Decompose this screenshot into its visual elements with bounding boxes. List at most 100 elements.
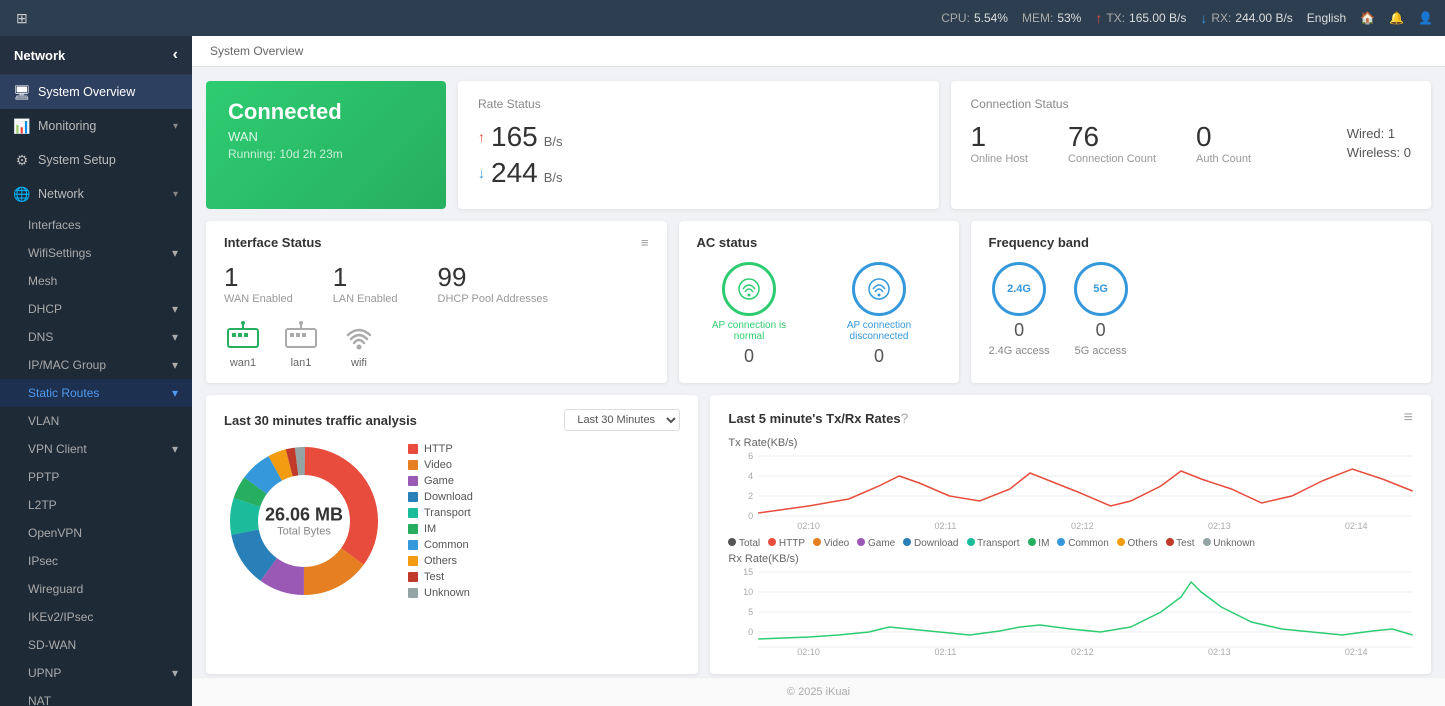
legend-others: Others (408, 555, 473, 567)
sidebar-item-system-setup[interactable]: ⚙ System Setup (0, 143, 192, 177)
home-icon[interactable]: 🏠 (1360, 11, 1375, 25)
svg-text:10: 10 (744, 587, 754, 597)
tx-value: 165.00 B/s (1129, 11, 1186, 25)
sub-item-upnp[interactable]: UPNP ▾ (0, 659, 192, 687)
svg-text:02:13: 02:13 (1208, 647, 1231, 657)
sub-item-pptp[interactable]: PPTP (0, 463, 192, 491)
sidebar-title: Network (14, 48, 65, 63)
legend-http: HTTP (408, 443, 473, 455)
legend-test-txrx: Test (1166, 538, 1195, 549)
svg-text:02:14: 02:14 (1345, 647, 1368, 657)
dhcp-pool-value: 99 (438, 262, 548, 293)
legend-game-txrx: Game (857, 538, 895, 549)
legend-others-txrx: Others (1117, 538, 1158, 549)
footer-text: © 2025 iKuai (787, 686, 850, 698)
grid-icon[interactable]: ⊞ (12, 6, 32, 31)
network-chevron-icon: ▾ (173, 189, 178, 200)
online-host-value: 1 (971, 121, 1028, 153)
tx-arrow-icon: ↑ (1095, 10, 1102, 26)
legend-dot-http (408, 444, 418, 454)
main-layout: Network ‹ 🖥System Overview 📊Monitoring ▾… (0, 36, 1445, 706)
svg-text:4: 4 (749, 471, 754, 481)
rate-status-card: Rate Status ↑ 165 B/s ↓ 244 B/s (458, 81, 939, 209)
wireless-value: Wireless: 0 (1347, 145, 1411, 160)
vlan-label: VLAN (28, 414, 59, 428)
tx-stat: ↑ TX: 165.00 B/s (1095, 10, 1186, 26)
rx-label: RX: (1211, 11, 1231, 25)
sidebar-item-network[interactable]: 🌐Network ▾ (0, 177, 192, 211)
freq-5g-band-label: 5G (1093, 283, 1108, 295)
wifisettings-label: WifiSettings (28, 246, 91, 260)
list-icon[interactable]: ≡ (641, 235, 649, 250)
legend-label-common: Common (424, 539, 469, 551)
freq-5g-value: 0 (1096, 320, 1106, 341)
rx-rate-label: Rx Rate(KB/s) (728, 553, 1413, 565)
wifi-label: wifi (351, 357, 367, 369)
connection-count-stat: 76 Connection Count (1068, 121, 1156, 165)
ac-normal-circle (722, 262, 776, 316)
txrx-menu-icon[interactable]: ≡ (1404, 409, 1413, 427)
txrx-help-icon[interactable]: ? (901, 410, 909, 426)
traffic-time-select[interactable]: Last 30 Minutes (564, 409, 680, 431)
frequency-band-card: Frequency band 2.4G 0 2.4G access (971, 221, 1432, 383)
freq-24g-band-label: 2.4G (1007, 283, 1031, 295)
download-rate-value: 244 (491, 157, 538, 189)
sub-item-sd-wan[interactable]: SD-WAN (0, 631, 192, 659)
sub-item-wireguard[interactable]: Wireguard (0, 575, 192, 603)
legend-label-others: Others (424, 555, 457, 567)
sub-item-dns[interactable]: DNS▾ (0, 323, 192, 351)
rx-chart-container: Rx Rate(KB/s) 15 10 5 0 (728, 553, 1413, 660)
legend-label-download: Download (424, 491, 473, 503)
svg-text:0: 0 (749, 627, 754, 637)
dhcp-pool-stat: 99 DHCP Pool Addresses (438, 262, 548, 305)
frequency-band-title: Frequency band (989, 235, 1414, 250)
iface-lan1: lan1 (282, 321, 320, 369)
donut-center-label: 26.06 MB Total Bytes (265, 505, 343, 538)
connection-status-card: Connection Status 1 Online Host 76 Conne… (951, 81, 1432, 209)
svg-text:6: 6 (749, 451, 754, 461)
user-icon[interactable]: 👤 (1418, 11, 1433, 25)
sub-item-ipsec[interactable]: IPsec (0, 547, 192, 575)
legend-video-txrx: Video (813, 538, 849, 549)
legend-label-unknown: Unknown (424, 587, 470, 599)
ac-normal-label: AP connection is normal (697, 320, 802, 342)
sub-item-l2tp[interactable]: L2TP (0, 491, 192, 519)
wifi-chevron-icon: ▾ (172, 246, 178, 260)
sidebar-item-monitoring[interactable]: 📊Monitoring ▾ (0, 109, 192, 143)
language-selector[interactable]: English (1307, 11, 1346, 25)
tx-chart-container: Tx Rate(KB/s) (728, 437, 1413, 534)
upnp-chevron-icon: ▾ (172, 666, 178, 680)
sub-item-ipmac-group[interactable]: IP/MAC Group▾ (0, 351, 192, 379)
sub-item-vpn-client[interactable]: VPN Client▾ (0, 435, 192, 463)
sub-item-mesh[interactable]: Mesh (0, 267, 192, 295)
sub-item-static-routes[interactable]: Static Routes▾ (0, 379, 192, 407)
legend-im-txrx: IM (1028, 538, 1050, 549)
mem-stat: MEM: 53% (1022, 11, 1081, 25)
sub-item-interfaces[interactable]: Interfaces (0, 211, 192, 239)
interface-icons: wan1 lan1 (224, 321, 649, 369)
rx-line-chart: 15 10 5 0 02:10 02:11 02:12 02:13 02:14 (728, 567, 1413, 657)
sub-item-vlan[interactable]: VLAN (0, 407, 192, 435)
sidebar-collapse-icon[interactable]: ‹ (173, 46, 178, 64)
lan-enabled-label: LAN Enabled (333, 293, 398, 305)
auth-count-stat: 0 Auth Count (1196, 121, 1251, 165)
traffic-legend: HTTP Video Game Download Transport IM Co… (408, 443, 473, 599)
freq-5g-circle: 5G (1074, 262, 1128, 316)
sub-item-openvpn[interactable]: OpenVPN (0, 519, 192, 547)
lan-enabled-stat: 1 LAN Enabled (333, 262, 398, 305)
bell-icon[interactable]: 🔔 (1389, 11, 1404, 25)
sub-item-wifisettings[interactable]: WifiSettings ▾ (0, 239, 192, 267)
upnp-label: UPNP (28, 666, 61, 680)
auth-count-value: 0 (1196, 121, 1251, 153)
svg-text:5: 5 (749, 607, 754, 617)
sub-item-ikev2ipsec[interactable]: IKEv2/IPsec (0, 603, 192, 631)
sidebar-label-system-setup: System Setup (38, 153, 116, 167)
connected-running: Running: 10d 2h 23m (228, 147, 424, 161)
sub-item-nat[interactable]: NAT (0, 687, 192, 706)
svg-text:02:14: 02:14 (1345, 521, 1368, 531)
sidebar-item-system-overview[interactable]: 🖥System Overview (0, 75, 192, 109)
ipmac-label: IP/MAC Group (28, 358, 106, 372)
sub-item-dhcp[interactable]: DHCP▾ (0, 295, 192, 323)
system-setup-icon: ⚙ (14, 152, 30, 168)
donut-chart: 26.06 MB Total Bytes (224, 441, 384, 601)
